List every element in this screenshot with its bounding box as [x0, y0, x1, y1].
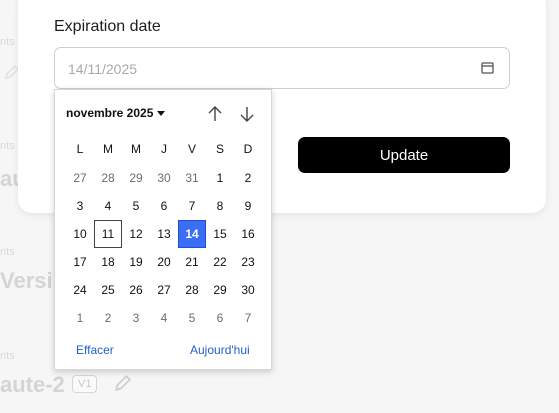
calendar-day[interactable]: 12: [122, 220, 150, 248]
weekday-header: D: [243, 142, 253, 156]
month-label: novembre 2025: [66, 106, 154, 120]
date-value: 14/11/2025: [68, 61, 138, 77]
bg-field-label: nts: [0, 350, 15, 362]
calendar-day[interactable]: 23: [234, 248, 262, 276]
calendar-day[interactable]: 13: [150, 220, 178, 248]
clear-link[interactable]: Effacer: [76, 343, 114, 357]
calendar-day[interactable]: 22: [206, 248, 234, 276]
calendar-day[interactable]: 10: [66, 220, 94, 248]
calendar-day[interactable]: 26: [122, 276, 150, 304]
calendar-day[interactable]: 16: [234, 220, 262, 248]
weekday-header: J: [161, 142, 167, 156]
calendar-day[interactable]: 1: [66, 304, 94, 332]
calendar-day[interactable]: 4: [150, 304, 178, 332]
calendar-day[interactable]: 3: [122, 304, 150, 332]
bg-pencil-icon: [115, 374, 132, 391]
calendar-day[interactable]: 30: [234, 276, 262, 304]
arrow-down-icon[interactable]: [237, 104, 257, 124]
calendar-day[interactable]: 9: [234, 192, 262, 220]
calendar-day[interactable]: 25: [94, 276, 122, 304]
calendar-day[interactable]: 5: [178, 304, 206, 332]
calendar-day[interactable]: 29: [206, 276, 234, 304]
calendar-day[interactable]: 8: [206, 192, 234, 220]
calendar-day[interactable]: 15: [206, 220, 234, 248]
expiration-date-input[interactable]: 14/11/2025: [54, 47, 510, 89]
calendar-day[interactable]: 28: [94, 164, 122, 192]
calendar-day[interactable]: 2: [94, 304, 122, 332]
calendar-day[interactable]: 29: [122, 164, 150, 192]
month-select[interactable]: novembre 2025: [66, 106, 166, 120]
calendar-day[interactable]: 1: [206, 164, 234, 192]
calendar-day[interactable]: 7: [234, 304, 262, 332]
calendar-day[interactable]: 17: [66, 248, 94, 276]
calendar-day[interactable]: 28: [178, 276, 206, 304]
bg-field-label: nts: [0, 140, 15, 152]
weekday-header: L: [76, 142, 84, 156]
bg-item-title: Versi: [0, 268, 53, 293]
calendar-day[interactable]: 27: [66, 164, 94, 192]
caret-down-icon: [157, 110, 166, 116]
calendar-day[interactable]: 6: [150, 192, 178, 220]
calendar-day[interactable]: 2: [234, 164, 262, 192]
date-picker-popup: novembre 2025 LMMJVSD 27 28 29 30 31 1 2 3 4 5 6 7 8…: [54, 89, 272, 370]
arrow-up-icon[interactable]: [205, 104, 225, 124]
calendar-day[interactable]: 4: [94, 192, 122, 220]
calendar-day[interactable]: 5: [122, 192, 150, 220]
weekday-header: S: [215, 142, 224, 156]
bg-field-label: nts: [0, 36, 15, 48]
today-link[interactable]: Aujourd'hui: [190, 343, 250, 357]
weekday-header: V: [187, 142, 196, 156]
calendar-icon[interactable]: [481, 61, 494, 74]
calendar-day[interactable]: 30: [150, 164, 178, 192]
calendar-day[interactable]: 6: [206, 304, 234, 332]
bg-version-badge: V1: [72, 375, 98, 393]
calendar-day-today[interactable]: 11: [94, 220, 122, 248]
calendar-day[interactable]: 7: [178, 192, 206, 220]
calendar-day[interactable]: 31: [178, 164, 206, 192]
calendar-day[interactable]: 3: [66, 192, 94, 220]
weekday-header: M: [131, 142, 141, 156]
calendar-day-selected[interactable]: 14: [178, 220, 206, 248]
calendar-day[interactable]: 24: [66, 276, 94, 304]
calendar-day[interactable]: 21: [178, 248, 206, 276]
calendar-day[interactable]: 19: [122, 248, 150, 276]
expiration-date-label: Expiration date: [54, 18, 161, 35]
weekday-header: M: [103, 142, 113, 156]
calendar-day[interactable]: 18: [94, 248, 122, 276]
update-button[interactable]: Update: [298, 137, 510, 173]
bg-item-title: aute-2: [0, 372, 65, 397]
calendar-day[interactable]: 20: [150, 248, 178, 276]
calendar-day[interactable]: 27: [150, 276, 178, 304]
bg-field-label: nts: [0, 246, 15, 258]
